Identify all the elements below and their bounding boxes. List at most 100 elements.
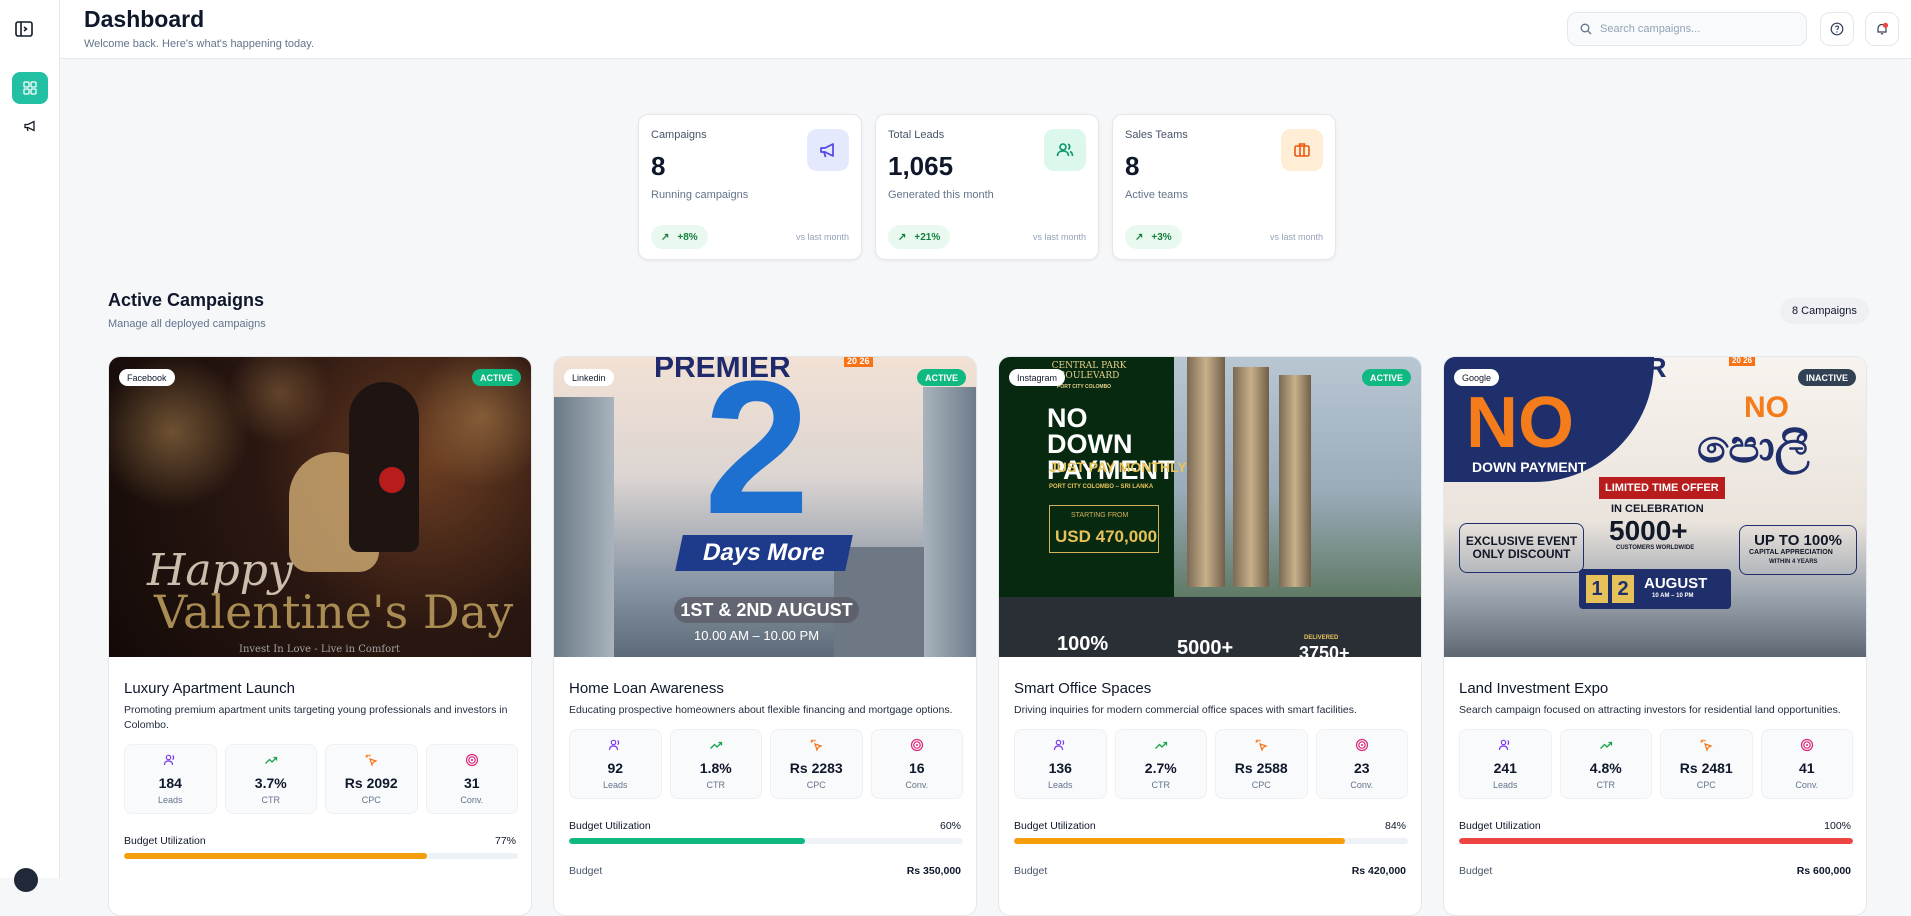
click-icon	[1661, 738, 1752, 752]
stat-change-badge: ↗ +3%	[1125, 225, 1182, 249]
campaign-card[interactable]: Happy Valentine's Day Invest In Love - L…	[108, 356, 532, 916]
search-input[interactable]	[1600, 23, 1790, 35]
target-icon	[1762, 738, 1853, 752]
image-text-within: WITHIN 4 YEARS	[1769, 559, 1818, 565]
platform-badge: Instagram	[1009, 369, 1066, 386]
image-text-tagline: Invest In Love - Live in Comfort	[239, 644, 400, 655]
stat-label: Sales Teams	[1125, 129, 1188, 141]
search-box[interactable]	[1567, 12, 1807, 46]
stat-comparison: vs last month	[795, 232, 849, 242]
stat-change-badge: ↗ +8%	[651, 225, 708, 249]
image-text-valentines: Valentine's Day	[154, 585, 514, 639]
search-icon	[1580, 23, 1592, 35]
status-badge: ACTIVE	[1361, 369, 1411, 386]
budget-utilization-value: 77%	[494, 835, 516, 847]
metric-value: 136	[1048, 760, 1072, 776]
campaign-name: Luxury Apartment Launch	[124, 680, 295, 697]
metric-value: 41	[1798, 760, 1815, 776]
metric-leads: 241 Leads	[1459, 729, 1552, 799]
metric-label: CTR	[1596, 780, 1616, 790]
stat-value: 8	[1125, 151, 1140, 181]
metrics-row: 184 Leads 3.7% CTR Rs 2092 CPC 31 Conv.	[124, 744, 518, 814]
metric-label: Conv.	[1795, 780, 1819, 790]
campaign-description: Educating prospective homeowners about f…	[569, 704, 953, 716]
budget-utilization-label: Budget Utilization	[124, 835, 206, 847]
budget-progress-bar	[1459, 838, 1853, 844]
stat-change-badge: ↗ +21%	[888, 225, 951, 249]
image-text-subline: JUST PAY MONTHLY	[1049, 459, 1187, 475]
budget-utilization-label: Budget Utilization	[1459, 820, 1541, 832]
image-text-stat3-label: DELIVERED	[1304, 635, 1339, 641]
metric-label: Conv.	[460, 795, 484, 805]
image-text-time: 10 AM – 10 PM	[1652, 593, 1694, 599]
campaign-card[interactable]: PREMIER 20 26 NO DOWN PAYMENT NO පොලී LI…	[1443, 356, 1867, 916]
metric-value: Rs 2283	[789, 760, 843, 776]
trending-up-icon	[1116, 738, 1207, 752]
trending-up-icon	[1561, 738, 1652, 752]
metric-value: 4.8%	[1589, 760, 1622, 776]
campaign-image: PREMIER 20 26 NO DOWN PAYMENT NO පොලී LI…	[1444, 357, 1866, 657]
metric-value: Rs 2092	[344, 775, 398, 791]
bell-icon	[1877, 22, 1889, 35]
metric-label: CPC	[361, 795, 381, 805]
metric-value: Rs 2481	[1679, 760, 1733, 776]
image-text-date-b: 2	[1612, 575, 1634, 603]
metric-label: Leads	[157, 795, 183, 805]
budget-value: Rs 420,000	[1351, 865, 1406, 877]
budget-value: Rs 600,000	[1796, 865, 1851, 877]
budget-utilization-label: Budget Utilization	[1014, 820, 1096, 832]
campaign-card[interactable]: CENTRAL PARK BOULEVARD PORT CITY COLOMBO…	[998, 356, 1422, 916]
image-text-stat3: 3750+	[1299, 643, 1350, 657]
metric-leads: 92 Leads	[569, 729, 662, 799]
image-text-month: AUGUST	[1644, 575, 1708, 592]
metric-label: Leads	[1492, 780, 1518, 790]
metric-leads: 184 Leads	[124, 744, 217, 814]
megaphone-icon	[24, 120, 35, 132]
image-text-year: 20 26	[844, 357, 873, 367]
trend-up-icon: ↗	[1135, 231, 1144, 243]
image-text-time: 10.00 AM – 10.00 PM	[694, 628, 820, 643]
avatar[interactable]	[14, 868, 38, 892]
image-text-number: 2	[704, 357, 810, 554]
budget-progress-bar	[569, 838, 963, 844]
budget-progress-fill	[124, 853, 428, 859]
metric-cpc: Rs 2481 CPC	[1660, 729, 1753, 799]
campaign-image: CENTRAL PARK BOULEVARD PORT CITY COLOMBO…	[999, 357, 1421, 657]
sidebar	[0, 0, 60, 892]
image-text-starting: STARTING FROM	[1071, 512, 1129, 519]
metric-value: Rs 2588	[1234, 760, 1288, 776]
budget-progress-fill	[1014, 838, 1345, 844]
sidebar-toggle-icon[interactable]	[14, 19, 34, 39]
trending-up-icon	[226, 753, 317, 767]
platform-badge: Linkedin	[564, 369, 614, 386]
stat-card-teams: Sales Teams 8 Active teams ↗ +3% vs last …	[1112, 114, 1336, 260]
metric-cpc: Rs 2092 CPC	[325, 744, 418, 814]
target-icon	[1317, 738, 1408, 752]
metrics-row: 136 Leads 2.7% CTR Rs 2588 CPC 23 Conv.	[1014, 729, 1408, 799]
campaign-card[interactable]: PREMIER 20 26 2 Days More 1ST & 2ND AUGU…	[553, 356, 977, 916]
metric-value: 184	[158, 775, 182, 791]
trend-up-icon: ↗	[898, 231, 907, 243]
page-subtitle: Welcome back. Here's what's happening to…	[84, 38, 315, 50]
metric-value: 3.7%	[254, 775, 287, 791]
image-text-year: 20 26	[1729, 357, 1756, 366]
sidebar-item-campaigns[interactable]	[12, 110, 48, 142]
section-subtitle: Manage all deployed campaigns	[108, 318, 266, 330]
image-text-banner: Days More	[675, 535, 853, 571]
campaign-name: Home Loan Awareness	[569, 680, 724, 697]
stat-description: Running campaigns	[651, 189, 749, 201]
metric-ctr: 1.8% CTR	[669, 729, 762, 799]
users-icon	[1460, 738, 1551, 752]
budget-utilization-value: 100%	[1824, 820, 1851, 832]
notifications-button[interactable]	[1865, 12, 1899, 46]
help-button[interactable]	[1820, 12, 1854, 46]
image-text-stat2: 5000+	[1177, 637, 1234, 657]
sidebar-item-dashboard[interactable]	[12, 72, 48, 104]
metric-label: CPC	[1251, 780, 1271, 790]
metric-value: 23	[1353, 760, 1370, 776]
metric-value: 16	[908, 760, 925, 776]
status-badge: ACTIVE	[916, 369, 966, 386]
image-text-exclusive: EXCLUSIVE EVENT ONLY DISCOUNT	[1459, 523, 1584, 573]
campaign-image: PREMIER 20 26 2 Days More 1ST & 2ND AUGU…	[554, 357, 976, 657]
metric-cpc: Rs 2283 CPC	[770, 729, 863, 799]
